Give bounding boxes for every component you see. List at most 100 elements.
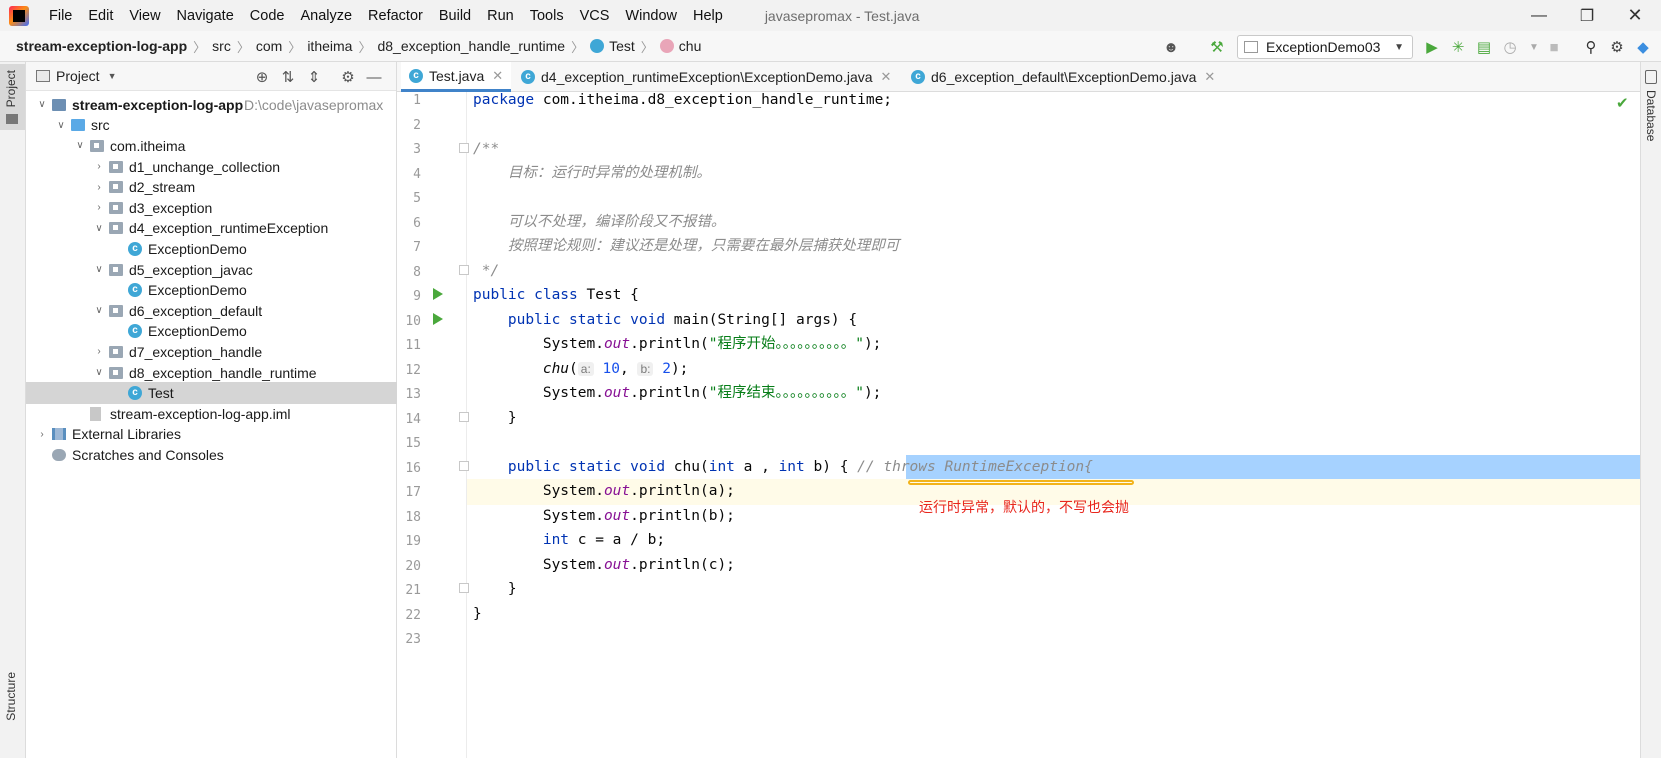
line-number[interactable]: 19	[397, 533, 421, 550]
line-number[interactable]: 20	[397, 558, 421, 575]
breadcrumb-com[interactable]: com	[250, 38, 288, 54]
line-number[interactable]: 17	[397, 484, 421, 501]
fold-marker-icon[interactable]	[459, 143, 469, 153]
profile-dropdown-icon[interactable]: ▼	[1523, 36, 1545, 58]
run-icon[interactable]: ▶	[1421, 36, 1443, 58]
tree-item[interactable]: ∨ d6_exception_default	[26, 300, 397, 322]
expand-all-icon[interactable]: ⇅	[278, 67, 298, 87]
line-number[interactable]: 1	[397, 92, 421, 109]
tree-item[interactable]: ∨ d8_exception_handle_runtime	[26, 362, 397, 384]
build-hammer-icon[interactable]: ⚒	[1206, 36, 1228, 58]
run-configuration-select[interactable]: ExceptionDemo03 ▼	[1237, 35, 1413, 59]
menu-code[interactable]: Code	[242, 8, 293, 24]
tree-item[interactable]: › d3_exception	[26, 197, 397, 219]
menu-edit[interactable]: Edit	[80, 8, 121, 24]
chevron-down-icon[interactable]: ∨	[93, 264, 105, 275]
menu-refactor[interactable]: Refactor	[360, 8, 431, 24]
line-number[interactable]: 14	[397, 411, 421, 428]
project-panel-title[interactable]: Project	[56, 68, 100, 84]
line-number[interactable]: 6	[397, 215, 421, 232]
line-number[interactable]: 7	[397, 239, 421, 256]
tree-item[interactable]: › External Libraries	[26, 424, 397, 446]
menu-run[interactable]: Run	[479, 8, 522, 24]
line-number[interactable]: 2	[397, 117, 421, 134]
intellij-logo-icon[interactable]	[9, 5, 29, 26]
tree-item[interactable]: › d1_unchange_collection	[26, 156, 397, 178]
gear-icon[interactable]: ⚙	[338, 67, 358, 87]
menu-help[interactable]: Help	[685, 8, 731, 24]
line-number[interactable]: 23	[397, 631, 421, 648]
fold-marker-icon[interactable]	[459, 583, 469, 593]
menu-window[interactable]: Window	[617, 8, 685, 24]
tree-item[interactable]: › d7_exception_handle	[26, 341, 397, 363]
line-number[interactable]: 3	[397, 141, 421, 158]
toolbox-icon[interactable]: ◆	[1632, 36, 1654, 58]
menu-navigate[interactable]: Navigate	[169, 8, 242, 24]
breadcrumb-itheima[interactable]: itheima	[301, 38, 358, 54]
menu-vcs[interactable]: VCS	[572, 8, 618, 24]
menu-view[interactable]: View	[121, 8, 168, 24]
close-tab-icon[interactable]: ✕	[492, 68, 503, 84]
line-number[interactable]: 9	[397, 288, 421, 305]
chevron-down-icon[interactable]: ∨	[93, 223, 105, 234]
run-with-coverage-icon[interactable]: ▤	[1473, 36, 1495, 58]
close-tab-icon[interactable]: ✕	[1204, 69, 1215, 85]
close-window-icon[interactable]: ✕	[1612, 0, 1658, 31]
collapse-all-icon[interactable]: ⇕	[304, 67, 324, 87]
chevron-down-icon[interactable]: ∨	[36, 99, 48, 110]
chevron-right-icon[interactable]: ›	[93, 161, 105, 172]
chevron-right-icon[interactable]: ›	[93, 182, 105, 193]
chevron-down-icon[interactable]: ∨	[93, 305, 105, 316]
breadcrumb-class[interactable]: Test	[584, 38, 641, 54]
tree-item[interactable]: ∨ d5_exception_javac	[26, 259, 397, 281]
fold-marker-icon[interactable]	[459, 265, 469, 275]
chevron-right-icon[interactable]: ›	[93, 202, 105, 213]
menu-analyze[interactable]: Analyze	[292, 8, 360, 24]
chevron-down-icon[interactable]: ∨	[55, 120, 67, 131]
breadcrumb-src[interactable]: src	[206, 38, 237, 54]
tab-exceptiondemo-d6[interactable]: c d6_exception_default\ExceptionDemo.jav…	[903, 62, 1223, 92]
tree-item[interactable]: ∨ d4_exception_runtimeException	[26, 218, 397, 240]
menu-file[interactable]: File	[41, 8, 80, 24]
close-tab-icon[interactable]: ✕	[881, 69, 892, 85]
menu-build[interactable]: Build	[431, 8, 479, 24]
no-problems-check-icon[interactable]: ✔	[1616, 94, 1629, 112]
tree-item[interactable]: ∨ src	[26, 115, 397, 137]
chevron-down-icon[interactable]: ∨	[93, 367, 105, 378]
tree-item[interactable]: › d2_stream	[26, 176, 397, 198]
stop-icon[interactable]: ■	[1543, 36, 1565, 58]
chevron-down-icon[interactable]: ∨	[74, 140, 86, 151]
profile-icon[interactable]: ◷	[1499, 36, 1521, 58]
tree-item[interactable]: Scratches and Consoles	[26, 444, 397, 466]
fold-marker-icon[interactable]	[459, 412, 469, 422]
tree-item[interactable]: stream-exception-log-app.iml	[26, 403, 397, 425]
run-class-icon[interactable]	[433, 288, 443, 300]
breadcrumb-project[interactable]: stream-exception-log-app	[0, 38, 193, 54]
run-main-icon[interactable]	[433, 313, 443, 325]
tree-item[interactable]: c ExceptionDemo	[26, 279, 397, 301]
line-number[interactable]: 5	[397, 190, 421, 207]
locate-file-icon[interactable]: ⊕	[252, 67, 272, 87]
line-number[interactable]: 15	[397, 435, 421, 452]
gear-icon[interactable]: ⚙	[1606, 36, 1628, 58]
hide-panel-icon[interactable]: —	[364, 67, 384, 87]
chevron-down-icon[interactable]: ▼	[108, 71, 117, 81]
line-number[interactable]: 13	[397, 386, 421, 403]
search-icon[interactable]: ⚲	[1580, 36, 1602, 58]
line-number[interactable]: 8	[397, 264, 421, 281]
database-tab[interactable]: Database	[1644, 90, 1658, 141]
structure-tab[interactable]: Structure	[4, 672, 18, 721]
line-number[interactable]: 22	[397, 607, 421, 624]
code-editor[interactable]: 1 2 3 4 5 6 7 8 9 10 11 12 13 14 15 16 17 18 19 20 21 22 23 ✔ …	[397, 92, 1640, 758]
line-number[interactable]: 10	[397, 313, 421, 330]
line-number[interactable]: 12	[397, 362, 421, 379]
tree-item[interactable]: c ExceptionDemo	[26, 321, 397, 343]
menu-tools[interactable]: Tools	[522, 8, 572, 24]
minimize-icon[interactable]: —	[1516, 0, 1562, 31]
tree-item[interactable]: ∨ stream-exception-log-app D:\code\javasep…	[26, 94, 397, 116]
tree-item[interactable]: ∨ com.itheima	[26, 135, 397, 157]
line-number[interactable]: 4	[397, 166, 421, 183]
breadcrumb-package[interactable]: d8_exception_handle_runtime	[371, 38, 571, 54]
chevron-right-icon[interactable]: ›	[93, 346, 105, 357]
line-number[interactable]: 21	[397, 582, 421, 599]
